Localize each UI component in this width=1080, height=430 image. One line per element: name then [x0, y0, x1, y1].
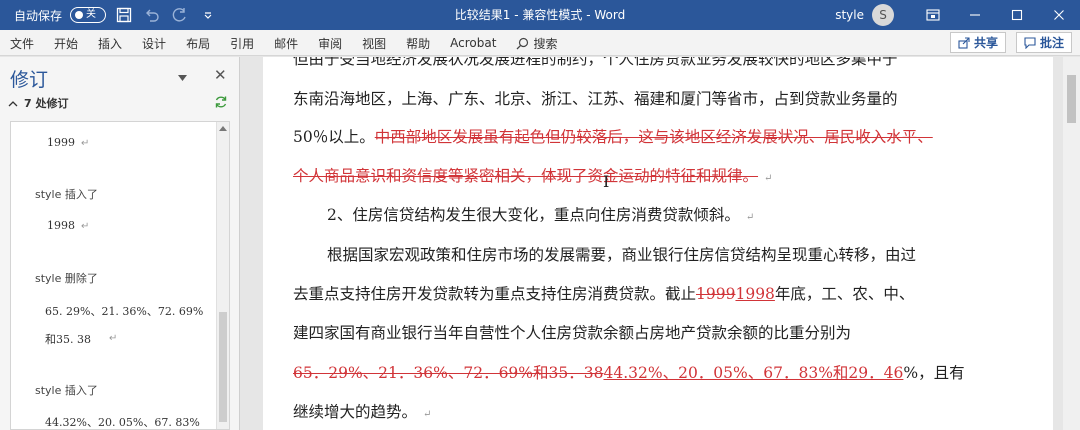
- menu-bar: 文件 开始 插入 设计 布局 引用 邮件 审阅 视图 帮助 Acrobat 搜索…: [0, 30, 1080, 56]
- tab-help[interactable]: 帮助: [406, 35, 430, 52]
- revisions-summary[interactable]: 7 处修订: [8, 95, 68, 111]
- revisions-count: 7 处修订: [24, 97, 69, 110]
- doc-line[interactable]: 个人商品意识和资信度等紧密相关，体现了资金运动的特征和规律。 ↵: [293, 166, 772, 189]
- close-icon[interactable]: [1038, 0, 1080, 30]
- tab-acrobat[interactable]: Acrobat: [450, 36, 496, 50]
- doc-text: 去重点支持住房开发贷款转为重点支持住房消费贷款。截止: [293, 285, 697, 303]
- autosave-label: 自动保存: [14, 8, 63, 23]
- paragraph-mark: ↵: [764, 173, 773, 184]
- revision-author-action[interactable]: style 插入了: [35, 186, 98, 202]
- revisions-pane-title: 修订: [10, 69, 49, 91]
- deleted-text[interactable]: 65．29%、21．36%、72．69%和35．38: [293, 364, 603, 382]
- doc-line[interactable]: 50％以上。中西部地区发展虽有起色但仍较落后，这与该地区经济发展状况、居民收入水…: [293, 127, 933, 147]
- undo-icon[interactable]: [142, 5, 162, 25]
- tab-file[interactable]: 文件: [10, 35, 34, 52]
- doc-line[interactable]: 但由于受当地经济发展状况发展进程的制约，个人住房贷款业务发展较快的地区多集中于: [293, 57, 898, 69]
- text-cursor-icon: I: [603, 172, 610, 191]
- pane-close-icon[interactable]: ✕: [214, 66, 227, 84]
- scroll-thumb[interactable]: [219, 312, 227, 422]
- doc-line[interactable]: 继续增大的趋势。 ↵: [293, 402, 431, 425]
- comment-icon: [1024, 36, 1036, 49]
- customize-toolbar-icon[interactable]: [198, 5, 218, 25]
- revision-author-action[interactable]: style 删除了: [35, 270, 98, 286]
- revision-value[interactable]: 44.32%、20. 05%、67. 83%: [45, 414, 200, 429]
- pane-options-chevron-down-icon[interactable]: [178, 70, 187, 84]
- autosave-state: 关: [86, 9, 97, 20]
- title-bar: 自动保存 关 比较结果1 - 兼容性模式 - Word style S: [0, 0, 1080, 30]
- search-label: 搜索: [533, 36, 558, 51]
- search-icon: [516, 37, 529, 49]
- document-area: 但由于受当地经济发展状况发展进程的制约，个人住房贷款业务发展较快的地区多集中于 …: [241, 57, 1080, 430]
- chevron-up-icon: [8, 100, 18, 106]
- ribbon-display-options-icon[interactable]: [912, 0, 954, 30]
- doc-line[interactable]: 根据国家宏观政策和住房市场的发展需要，商业银行住房信贷结构呈现重心转移，由过: [327, 245, 916, 265]
- scroll-up-icon[interactable]: [219, 126, 227, 131]
- doc-text: 继续增大的趋势。: [293, 403, 418, 421]
- paragraph-mark: ↵: [423, 409, 432, 420]
- tab-review[interactable]: 审阅: [318, 35, 342, 52]
- document-page[interactable]: 但由于受当地经济发展状况发展进程的制约，个人住房贷款业务发展较快的地区多集中于 …: [263, 57, 1053, 430]
- inserted-text[interactable]: 44.32%、20．05%、67．83%和29．46: [603, 364, 903, 382]
- doc-text: 年底，工、农、中、: [774, 285, 915, 303]
- revision-value[interactable]: 1999: [47, 136, 75, 149]
- doc-text: 50％以上。: [293, 128, 375, 146]
- revisions-scrollbar[interactable]: [216, 122, 229, 429]
- share-button[interactable]: 共享: [949, 32, 1006, 53]
- paragraph-mark: ↵: [81, 221, 90, 232]
- inserted-text[interactable]: 1998: [735, 285, 774, 303]
- tab-mailings[interactable]: 邮件: [274, 35, 298, 52]
- doc-line[interactable]: 65．29%、21．36%、72．69%和35．3844.32%、20．05%、…: [293, 363, 965, 383]
- share-label: 共享: [973, 36, 998, 50]
- revision-value[interactable]: 65. 29%、21. 36%、72. 69%: [45, 303, 203, 319]
- deleted-text[interactable]: 1999: [696, 285, 735, 303]
- tab-view[interactable]: 视图: [362, 35, 386, 52]
- tab-insert[interactable]: 插入: [98, 35, 122, 52]
- quick-access-toolbar: 自动保存 关: [14, 0, 218, 30]
- maximize-icon[interactable]: [996, 0, 1038, 30]
- revision-value[interactable]: 1998: [47, 219, 75, 232]
- redo-icon[interactable]: [170, 5, 190, 25]
- revision-author-action[interactable]: style 插入了: [35, 382, 98, 398]
- doc-line[interactable]: 去重点支持住房开发贷款转为重点支持住房消费贷款。截止19991998年底，工、农…: [293, 284, 914, 304]
- tab-references[interactable]: 引用: [230, 35, 254, 52]
- tab-layout[interactable]: 布局: [186, 35, 210, 52]
- deleted-text[interactable]: 个人商品意识和资信度等紧密相关，体现了资金运动的特征和规律。: [293, 167, 758, 185]
- share-icon: [958, 36, 970, 49]
- comments-button[interactable]: 批注: [1015, 32, 1072, 53]
- document-scrollbar[interactable]: [1063, 57, 1080, 430]
- revision-value-continued[interactable]: 和35. 38: [45, 331, 91, 347]
- paragraph-mark: ↵: [81, 138, 90, 149]
- revisions-pane: 修订 ✕ 7 处修订 1999 ↵ style 插入了 1998 ↵ style…: [0, 57, 240, 430]
- refresh-icon[interactable]: [214, 95, 228, 112]
- revisions-list[interactable]: 1999 ↵ style 插入了 1998 ↵ style 删除了 65. 29…: [10, 121, 230, 430]
- avatar[interactable]: S: [872, 4, 894, 26]
- ribbon-tabs: 文件 开始 插入 设计 布局 引用 邮件 审阅 视图 帮助 Acrobat 搜索: [10, 30, 577, 56]
- deleted-text[interactable]: 中西部地区发展虽有起色但仍较落后，这与该地区经济发展状况、居民收入水平、: [375, 128, 933, 146]
- autosave-toggle[interactable]: 关: [70, 7, 107, 23]
- user-name[interactable]: style: [835, 8, 864, 22]
- search-box[interactable]: 搜索: [516, 35, 557, 52]
- doc-line[interactable]: 东南沿海地区，上海、广东、北京、浙江、江苏、福建和厦门等省市，占到贷款业务量的: [293, 89, 898, 109]
- paragraph-mark: ↵: [745, 212, 755, 223]
- toggle-knob: [75, 10, 84, 19]
- doc-line[interactable]: 2、住房信贷结构发生很大变化，重点向住房消费贷款倾斜。 ↵: [327, 205, 754, 228]
- tab-home[interactable]: 开始: [54, 35, 78, 52]
- save-icon[interactable]: [114, 5, 134, 25]
- comments-label: 批注: [1039, 36, 1064, 50]
- doc-text: %，且有: [903, 364, 965, 382]
- minimize-icon[interactable]: [954, 0, 996, 30]
- paragraph-mark: ↵: [109, 333, 118, 344]
- doc-text: 2、住房信贷结构发生很大变化，重点向住房消费贷款倾斜。: [327, 206, 740, 224]
- doc-line[interactable]: 建四家国有商业银行当年自营性个人住房贷款余额占房地产贷款余额的比重分别为: [293, 323, 851, 343]
- document-scroll-thumb[interactable]: [1067, 75, 1076, 123]
- tab-design[interactable]: 设计: [142, 35, 166, 52]
